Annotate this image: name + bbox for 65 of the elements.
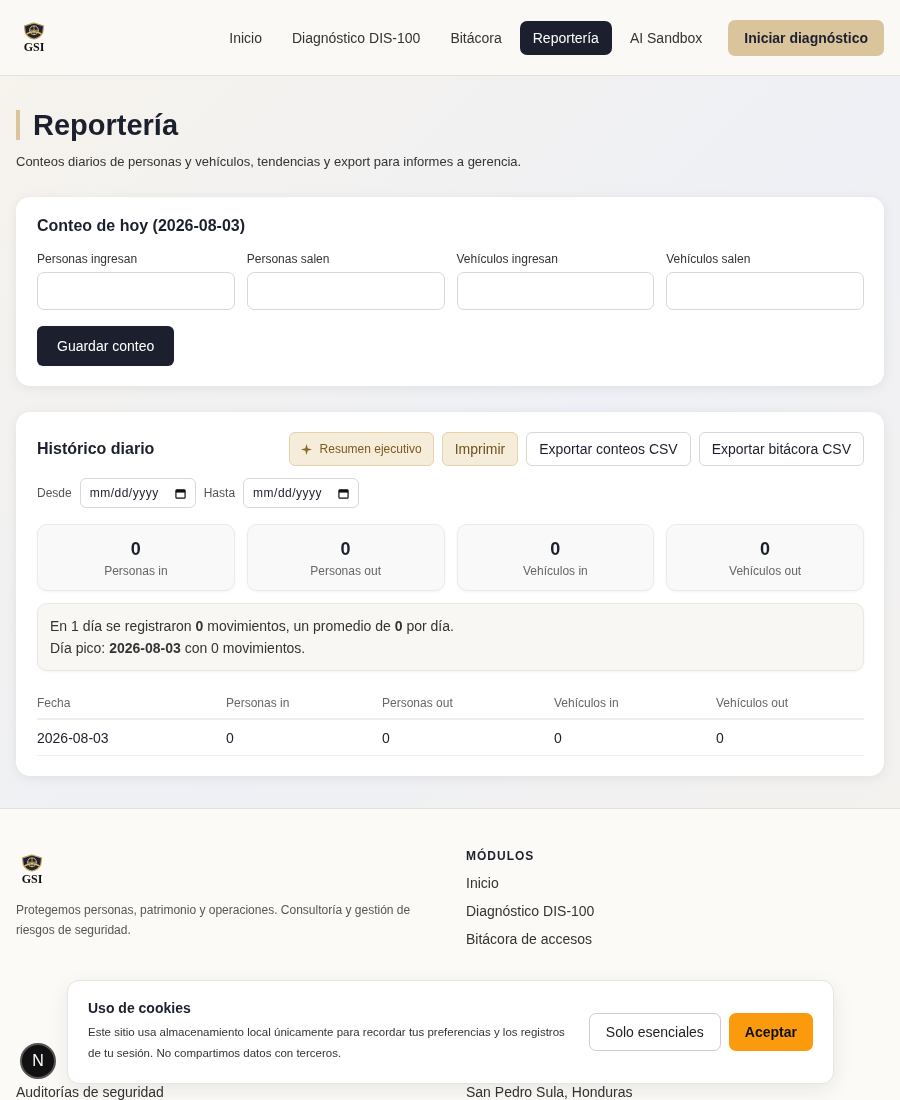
logo-text: GSI [21, 873, 43, 886]
nav-link[interactable]: AI Sandbox [617, 20, 715, 55]
field-label: Personas salen [246, 252, 331, 266]
input-field[interactable] [246, 272, 445, 310]
card-title: Conteo de hoy (2026-08-03) [37, 217, 247, 235]
stat-label: Vehículos in [522, 564, 589, 578]
accept-button[interactable]: Aceptar [728, 1013, 813, 1051]
executive-summary-button[interactable]: Resumen ejecutivo [288, 432, 434, 466]
date-field[interactable]: mm/dd/yyyy [79, 478, 196, 508]
page-subtitle: Conteos diarios de personas y vehículos, tendencias y export para informes a gerencia. [16, 154, 523, 169]
sparkle-icon [300, 443, 312, 455]
calendar-icon [174, 487, 186, 499]
table-cell-text: 0 [716, 729, 725, 748]
logo-text: GSI [23, 41, 45, 54]
section-heading: MÓDULOS [466, 849, 535, 863]
contact-text: San Pedro Sula, Honduras [466, 1084, 633, 1100]
summary-text: Día pico: 2026-08-03 con 0 movimientos. [50, 640, 307, 656]
filter-label: Desde [37, 486, 72, 500]
stat-value: 0 [549, 539, 562, 560]
nav-link[interactable]: Inicio [217, 20, 274, 55]
filter-label: Hasta [203, 486, 236, 500]
column-header: Fecha [37, 695, 72, 712]
essentials-button[interactable]: Solo esenciales [588, 1013, 721, 1051]
column-header: Vehículos in [554, 695, 620, 712]
stat-label: Personas out [309, 564, 382, 578]
column-header: Personas out [382, 695, 454, 712]
stat-label: Personas in [103, 564, 169, 578]
footer-link[interactable]: Auditorías de seguridad [16, 1084, 164, 1100]
input-field[interactable] [666, 272, 864, 310]
footer-link[interactable]: Bitácora de accesos [466, 925, 593, 953]
field-label: Vehículos ingresan [456, 252, 559, 266]
cookie-text: Este sitio usa almacenamiento local únicamente para recordar tus preferencias y los registros de tu sesión. No compartimos datos con terceros. [88, 1025, 566, 1061]
start-diagnosis-button[interactable]: Iniciar diagnóstico [728, 19, 884, 56]
table-cell-text: 2026-08-03 [37, 729, 110, 748]
table-cell-text: 0 [226, 729, 235, 748]
export-button[interactable]: Exportar bitácora CSV [698, 432, 864, 466]
table-cell-text: 0 [382, 729, 391, 748]
footer-description: Protegemos personas, patrimonio y operaciones. Consultoría y gestión de riesgos de seguridad. [16, 902, 412, 939]
footer-link[interactable]: Diagnóstico DIS-100 [466, 897, 595, 925]
calendar-icon [338, 487, 350, 499]
stat-value: 0 [129, 539, 142, 560]
field-label: Vehículos salen [666, 252, 752, 266]
card-title: Histórico diario [37, 440, 155, 458]
input-field[interactable] [456, 272, 655, 310]
shield-icon [21, 853, 43, 873]
save-count-button[interactable]: Guardar conteo [37, 326, 175, 366]
page-title: Reportería [16, 110, 884, 140]
stat-label: Vehículos out [728, 564, 803, 578]
print-button[interactable]: Imprimir [441, 432, 519, 466]
field-label: Personas ingresan [37, 252, 139, 266]
column-header: Vehículos out [716, 695, 790, 712]
input-field[interactable] [37, 272, 235, 310]
shield-icon [23, 21, 45, 41]
column-header: Personas in [226, 695, 291, 712]
summary-text: En 1 día se registraron 0 movimientos, un promedio de 0 por día. [50, 618, 455, 634]
export-button[interactable]: Exportar conteos CSV [526, 432, 691, 466]
nav-link[interactable]: Bitácora [438, 20, 514, 55]
date-field[interactable]: mm/dd/yyyy [243, 478, 360, 508]
stat-value: 0 [759, 539, 772, 560]
table-cell-text: 0 [554, 729, 563, 748]
footer-link[interactable]: Inicio [466, 869, 499, 897]
cookie-title: Uso de cookies [88, 1000, 192, 1016]
nav-link[interactable]: Diagnóstico DIS-100 [280, 20, 433, 55]
stat-value: 0 [339, 539, 352, 560]
nav-link[interactable]: Reportería [519, 20, 612, 55]
